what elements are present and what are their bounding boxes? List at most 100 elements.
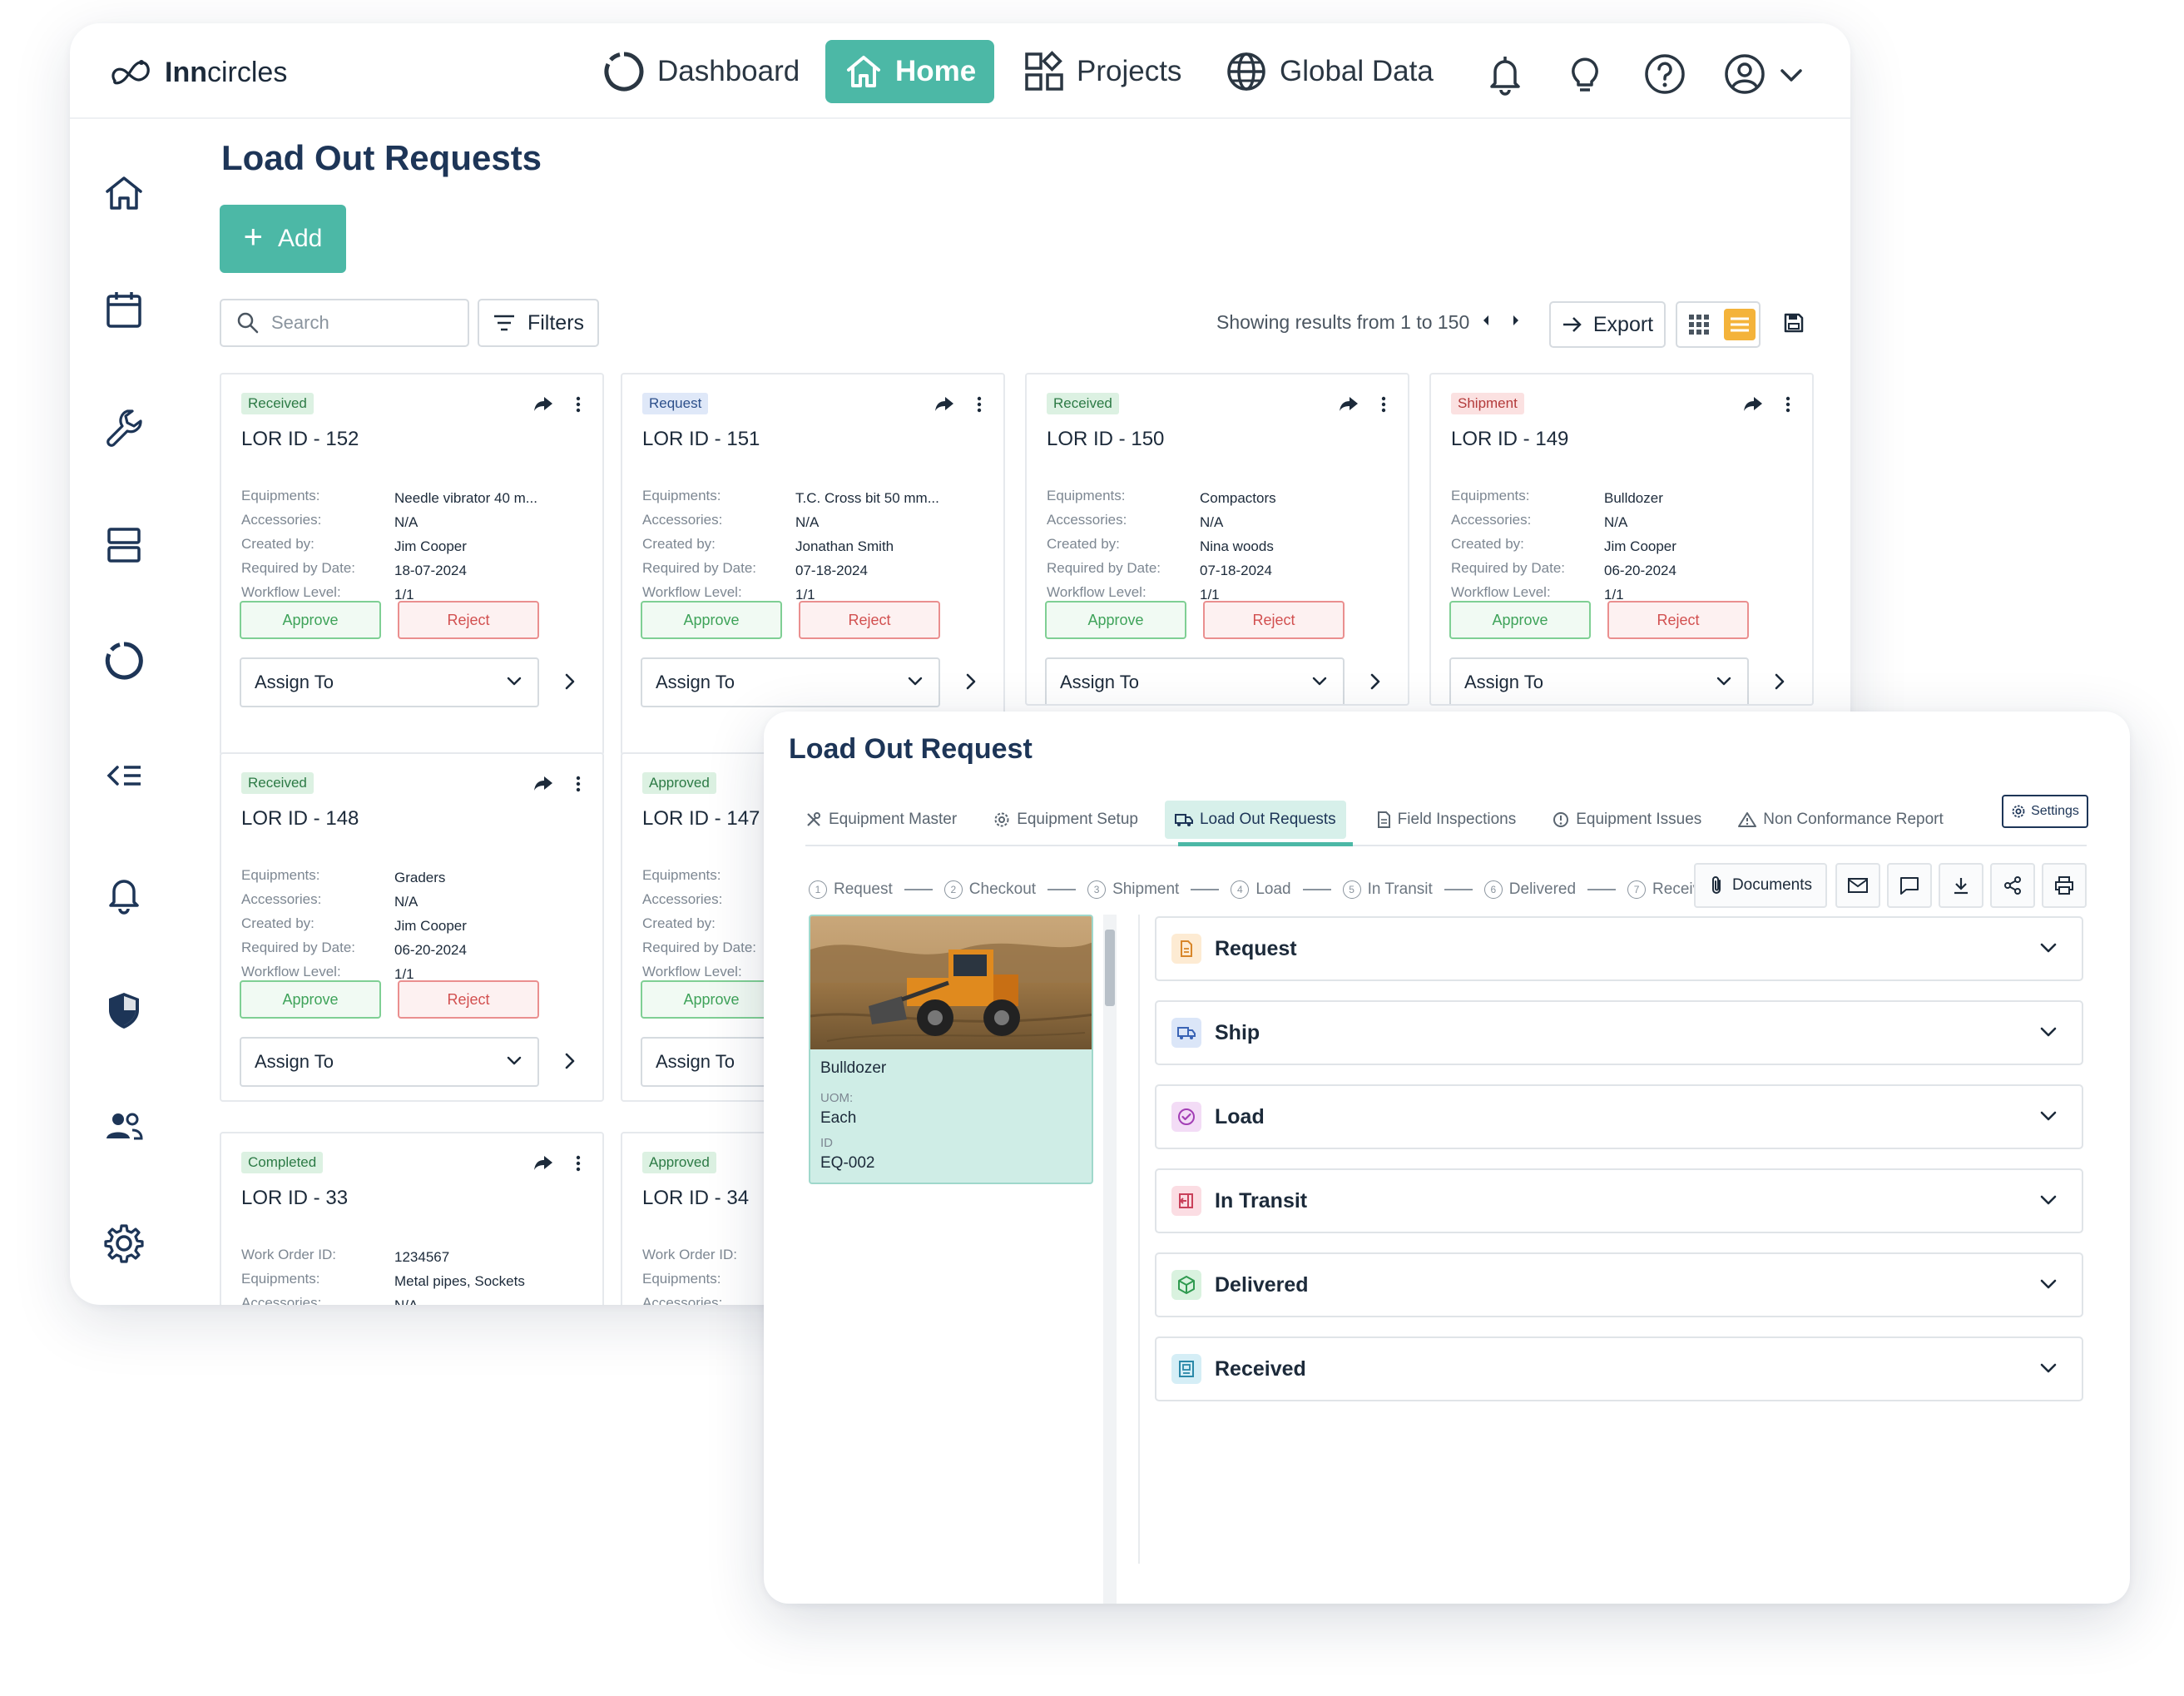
section-request[interactable]: Request bbox=[1155, 916, 2083, 981]
workflow-step[interactable]: 2 Checkout bbox=[943, 880, 1036, 899]
workflow-step[interactable]: 5 In Transit bbox=[1342, 880, 1433, 899]
sidebar-bell-icon[interactable] bbox=[102, 872, 146, 915]
more-options-icon[interactable] bbox=[576, 396, 581, 413]
workflow-step[interactable]: 6 Delivered bbox=[1483, 880, 1576, 899]
tab-non-conformance-report[interactable]: Non Conformance Report bbox=[1738, 801, 1944, 839]
prev-page-icon[interactable] bbox=[1479, 311, 1493, 330]
share-arrow-icon[interactable] bbox=[934, 394, 955, 413]
help-icon[interactable] bbox=[1642, 52, 1687, 97]
tab-equipment-issues[interactable]: Equipment Issues bbox=[1553, 801, 1701, 839]
share-arrow-icon[interactable] bbox=[1742, 394, 1764, 413]
sidebar-shield-icon[interactable] bbox=[102, 989, 146, 1032]
equipment-list-scrollbar[interactable] bbox=[1103, 915, 1117, 1604]
share-icon[interactable] bbox=[1990, 863, 2035, 908]
request-card[interactable]: Completed LOR ID - 33 Work Order ID: 123456… bbox=[220, 1132, 604, 1305]
tab-field-inspections[interactable]: Field Inspections bbox=[1376, 801, 1516, 839]
approve-button[interactable]: Approve bbox=[641, 980, 782, 1019]
share-arrow-icon[interactable] bbox=[532, 1153, 554, 1172]
sidebar-settings-gear-icon[interactable] bbox=[102, 1222, 146, 1265]
request-card[interactable]: Request LOR ID - 151 Equipments: T.C. Cross… bbox=[621, 373, 1005, 756]
approve-button[interactable]: Approve bbox=[641, 601, 782, 639]
request-card[interactable]: Shipment LOR ID - 149 Equipments: Bulldozer… bbox=[1429, 373, 1814, 706]
grid-view-icon[interactable] bbox=[1687, 313, 1711, 336]
tab-equipment-master[interactable]: Equipment Master bbox=[805, 801, 957, 839]
reject-button[interactable]: Reject bbox=[398, 601, 539, 639]
comment-icon[interactable] bbox=[1887, 863, 1932, 908]
filters-button[interactable]: Filters bbox=[478, 299, 599, 347]
nav-global-data[interactable]: Global Data bbox=[1225, 40, 1434, 103]
approve-button[interactable]: Approve bbox=[1449, 601, 1591, 639]
section-received[interactable]: Received bbox=[1155, 1336, 2083, 1401]
section-in-transit[interactable]: In Transit bbox=[1155, 1168, 2083, 1233]
list-view-icon[interactable] bbox=[1724, 309, 1756, 340]
equipment-card[interactable]: Bulldozer UOM: Each ID EQ-002 bbox=[809, 915, 1093, 1184]
more-options-icon[interactable] bbox=[576, 776, 581, 792]
chevron-down-icon[interactable] bbox=[2038, 1109, 2058, 1123]
more-options-icon[interactable] bbox=[1785, 396, 1790, 413]
next-page-icon[interactable] bbox=[1509, 311, 1523, 330]
scrollbar-thumb[interactable] bbox=[1105, 930, 1115, 1006]
reject-button[interactable]: Reject bbox=[799, 601, 940, 639]
reject-button[interactable]: Reject bbox=[1607, 601, 1749, 639]
sidebar-wrench-icon[interactable] bbox=[102, 404, 146, 448]
export-button[interactable]: Export bbox=[1549, 301, 1666, 348]
download-icon[interactable] bbox=[1939, 863, 1983, 908]
lightbulb-icon[interactable] bbox=[1562, 52, 1607, 97]
request-card[interactable]: Received LOR ID - 152 Equipments: Needle vi… bbox=[220, 373, 604, 756]
account-chevron-down-icon[interactable] bbox=[1779, 63, 1804, 88]
workflow-step[interactable]: 1 Request bbox=[809, 880, 893, 899]
chevron-down-icon[interactable] bbox=[2038, 1277, 2058, 1291]
chevron-right-icon[interactable] bbox=[564, 672, 576, 691]
print-icon[interactable] bbox=[2042, 863, 2087, 908]
request-card[interactable]: Received LOR ID - 150 Equipments: Compactor… bbox=[1025, 373, 1409, 706]
chevron-down-icon[interactable] bbox=[2038, 1193, 2058, 1207]
sidebar-home-icon[interactable] bbox=[102, 171, 146, 215]
settings-button[interactable]: Settings bbox=[2002, 795, 2088, 828]
share-arrow-icon[interactable] bbox=[532, 774, 554, 792]
assign-to-select[interactable]: Assign To bbox=[240, 657, 539, 707]
assign-to-select[interactable]: Assign To bbox=[240, 1037, 539, 1087]
workflow-step[interactable]: 3 Shipment bbox=[1087, 880, 1179, 899]
request-card[interactable]: Received LOR ID - 148 Equipments: Graders Ac… bbox=[220, 752, 604, 1102]
sidebar-users-icon[interactable] bbox=[102, 1105, 146, 1148]
documents-button[interactable]: Documents bbox=[1694, 863, 1827, 908]
chevron-right-icon[interactable] bbox=[564, 1052, 576, 1070]
chevron-down-icon[interactable] bbox=[2038, 1025, 2058, 1039]
assign-to-select[interactable]: Assign To bbox=[1449, 657, 1749, 704]
nav-dashboard[interactable]: Dashboard bbox=[602, 40, 800, 103]
nav-home[interactable]: Home bbox=[825, 40, 995, 103]
sidebar-storage-icon[interactable] bbox=[102, 523, 146, 566]
email-icon[interactable] bbox=[1835, 863, 1880, 908]
search-input[interactable]: Search bbox=[220, 299, 469, 347]
workflow-step[interactable]: 4 Load bbox=[1231, 880, 1291, 899]
section-delivered[interactable]: Delivered bbox=[1155, 1252, 2083, 1317]
nav-projects[interactable]: Projects bbox=[1023, 40, 1181, 103]
chevron-right-icon[interactable] bbox=[965, 672, 977, 691]
approve-button[interactable]: Approve bbox=[240, 980, 381, 1019]
sidebar-dashboard-ring-icon[interactable] bbox=[102, 639, 146, 682]
user-account-icon[interactable] bbox=[1722, 52, 1767, 97]
sidebar-checklist-icon[interactable] bbox=[102, 756, 146, 799]
reject-button[interactable]: Reject bbox=[1203, 601, 1345, 639]
inncircles-logo[interactable]: Inncircles bbox=[108, 52, 287, 93]
approve-button[interactable]: Approve bbox=[1045, 601, 1186, 639]
share-arrow-icon[interactable] bbox=[532, 394, 554, 413]
reject-button[interactable]: Reject bbox=[398, 980, 539, 1019]
tab-equipment-setup[interactable]: Equipment Setup bbox=[993, 801, 1138, 839]
chevron-down-icon[interactable] bbox=[2038, 1361, 2058, 1375]
notifications-bell-icon[interactable] bbox=[1483, 52, 1528, 97]
more-options-icon[interactable] bbox=[977, 396, 982, 413]
chevron-right-icon[interactable] bbox=[1369, 672, 1381, 691]
assign-to-select[interactable]: Assign To bbox=[641, 657, 940, 707]
save-icon[interactable] bbox=[1782, 311, 1805, 335]
sidebar-calendar-icon[interactable] bbox=[102, 288, 146, 331]
chevron-right-icon[interactable] bbox=[1774, 672, 1785, 691]
add-button[interactable]: + Add bbox=[220, 205, 346, 273]
approve-button[interactable]: Approve bbox=[240, 601, 381, 639]
section-load[interactable]: Load bbox=[1155, 1084, 2083, 1149]
section-ship[interactable]: Ship bbox=[1155, 1000, 2083, 1065]
more-options-icon[interactable] bbox=[1381, 396, 1386, 413]
assign-to-select[interactable]: Assign To bbox=[1045, 657, 1345, 704]
tab-load-out-requests[interactable]: Load Out Requests bbox=[1164, 801, 1346, 839]
share-arrow-icon[interactable] bbox=[1338, 394, 1359, 413]
